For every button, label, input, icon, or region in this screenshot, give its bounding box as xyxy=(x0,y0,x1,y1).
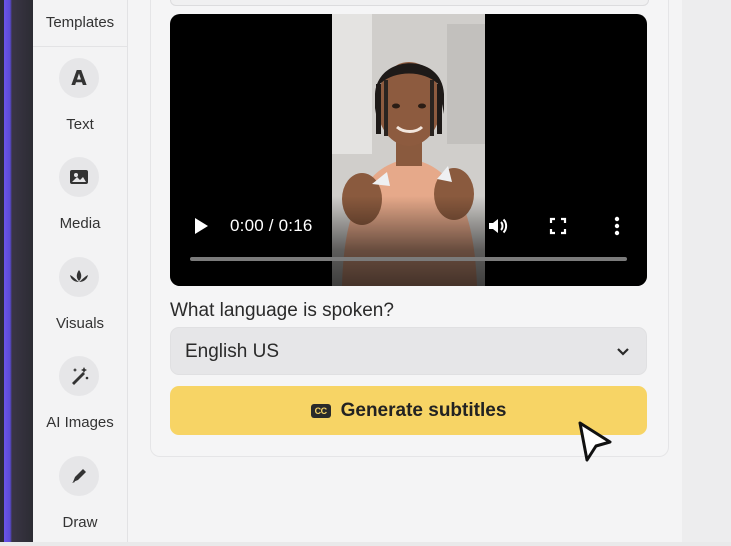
controls-scrim xyxy=(170,196,647,286)
more-options-button[interactable] xyxy=(605,214,629,238)
language-question-label: What language is spoken? xyxy=(170,300,394,321)
sidebar-item-label: Draw xyxy=(62,514,98,531)
text-a-icon: A xyxy=(59,58,99,98)
sidebar-item-templates[interactable]: Templates xyxy=(33,0,127,47)
magic-wand-icon xyxy=(59,356,99,396)
sidebar-item-label: Media xyxy=(59,215,101,232)
chevron-down-icon xyxy=(616,344,630,362)
lotus-icon xyxy=(59,257,99,297)
sidebar-item-visuals[interactable]: Visuals xyxy=(33,257,127,347)
fullscreen-icon xyxy=(549,217,567,235)
volume-icon xyxy=(489,218,508,234)
video-progress-bar[interactable] xyxy=(190,257,627,261)
sidebar-item-label: AI Images xyxy=(46,414,114,431)
closed-captions-icon: CC xyxy=(310,403,331,418)
volume-button[interactable] xyxy=(486,214,510,238)
sidebar-item-label: Text xyxy=(66,116,94,133)
play-button[interactable] xyxy=(189,214,213,238)
fullscreen-button[interactable] xyxy=(546,214,570,238)
sidebar: Templates A Text Media Visuals AI Images… xyxy=(33,0,128,542)
language-select-value: English US xyxy=(185,341,279,362)
pen-icon xyxy=(59,456,99,496)
sidebar-item-text[interactable]: A Text xyxy=(33,58,127,148)
right-gutter xyxy=(682,0,731,542)
sidebar-item-media[interactable]: Media xyxy=(33,157,127,247)
sidebar-item-label: Visuals xyxy=(55,315,105,332)
video-player[interactable]: 0:00 / 0:16 xyxy=(170,14,647,286)
kebab-menu-icon xyxy=(614,216,620,236)
image-icon xyxy=(59,157,99,197)
language-select[interactable]: English US xyxy=(170,327,647,375)
sidebar-item-ai-images[interactable]: AI Images xyxy=(33,356,127,446)
generate-subtitles-label: Generate subtitles xyxy=(340,399,507,421)
play-icon xyxy=(195,218,208,234)
mouse-cursor-icon xyxy=(576,420,616,471)
time-display: 0:00 / 0:16 xyxy=(230,216,313,235)
sidebar-item-label: Templates xyxy=(45,14,115,31)
window-edge xyxy=(0,0,33,542)
sidebar-item-draw[interactable]: Draw xyxy=(33,456,127,546)
top-field[interactable] xyxy=(170,0,649,6)
